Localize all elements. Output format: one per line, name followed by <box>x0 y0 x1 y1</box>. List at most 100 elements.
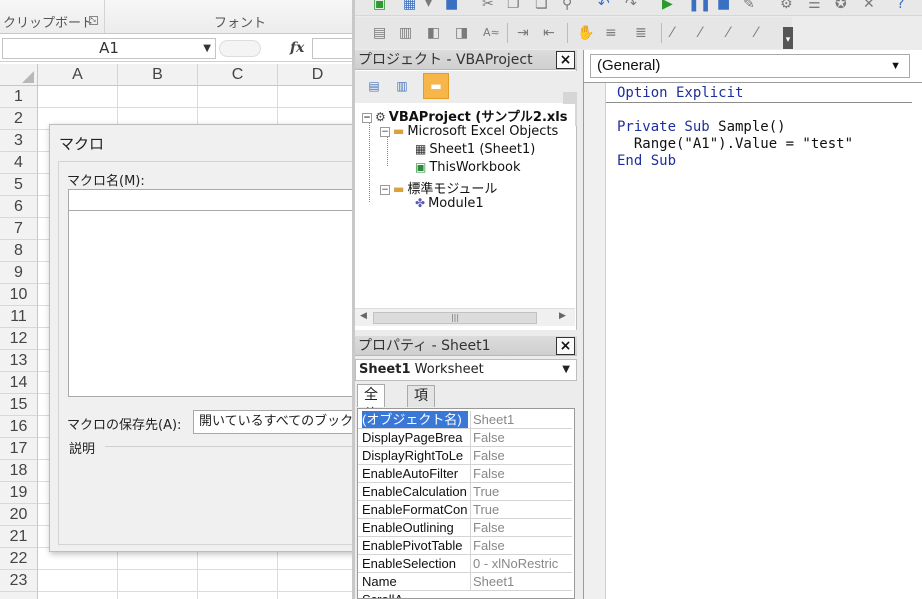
save-icon[interactable]: ■ <box>445 0 458 12</box>
cut-icon[interactable]: ✂ <box>482 0 494 12</box>
list-constants-icon[interactable]: ▥ <box>399 25 412 41</box>
collapse-icon[interactable]: − <box>380 126 390 137</box>
tree-item-module1[interactable]: ✤ Module1 <box>415 196 484 211</box>
toggle-bookmark-icon[interactable]: ⁄ <box>671 25 673 41</box>
row-header-3[interactable]: 3 <box>0 130 37 152</box>
property-row[interactable]: EnablePivotTable False <box>358 537 572 555</box>
redo-icon[interactable]: ↷ <box>625 0 637 12</box>
previous-bookmark-icon[interactable]: ⁄ <box>727 25 729 41</box>
parameter-info-icon[interactable]: ◨ <box>455 25 468 41</box>
row-header-15[interactable]: 15 <box>0 394 37 416</box>
row-header-16[interactable]: 16 <box>0 416 37 438</box>
row-header-2[interactable]: 2 <box>0 108 37 130</box>
indent-icon[interactable]: ⇥ <box>517 25 529 41</box>
reset-icon[interactable]: ■ <box>717 0 730 12</box>
property-row[interactable]: DisplayRightToLe False <box>358 447 572 465</box>
code-line[interactable]: Private Sub Sample() <box>617 119 786 136</box>
code-line[interactable]: End Sub <box>617 153 676 170</box>
formula-input[interactable] <box>312 38 352 59</box>
tree-item-excel-objects[interactable]: − ▬ Microsoft Excel Objects <box>380 124 558 139</box>
complete-word-icon[interactable]: A≈ <box>483 25 500 41</box>
row-header-12[interactable]: 12 <box>0 328 37 350</box>
column-header-a[interactable]: A <box>38 64 118 86</box>
row-header-8[interactable]: 8 <box>0 240 37 262</box>
tab-categorized[interactable]: 項目別 <box>407 385 435 444</box>
chevron-down-icon[interactable]: ▼ <box>203 39 211 58</box>
row-header-6[interactable]: 6 <box>0 196 37 218</box>
formula-bar-handle[interactable] <box>219 40 261 57</box>
property-row[interactable]: Name Sheet1 <box>358 573 572 591</box>
toolbar-options-icon[interactable]: ▾ <box>783 27 793 49</box>
property-row[interactable]: ScrollA <box>358 591 572 598</box>
property-value[interactable]: True <box>470 501 572 518</box>
name-box[interactable]: A1 ▼ <box>2 38 216 59</box>
object-combo[interactable]: (General) ▼ <box>590 54 910 78</box>
find-icon[interactable]: ⚲ <box>562 0 572 12</box>
object-select[interactable]: Sheet1 Worksheet ▼ <box>355 359 577 381</box>
clear-bookmarks-icon[interactable]: ⁄ <box>755 25 757 41</box>
property-value[interactable]: False <box>470 519 572 536</box>
row-header-22[interactable]: 22 <box>0 548 37 570</box>
uncomment-block-icon[interactable]: ≣ <box>635 25 647 41</box>
macro-list[interactable] <box>68 211 352 397</box>
scroll-left-icon[interactable]: ◀ <box>360 311 367 321</box>
pause-icon[interactable]: ❚❚ <box>688 0 711 12</box>
collapse-icon[interactable]: − <box>380 184 390 195</box>
row-header-10[interactable]: 10 <box>0 284 37 306</box>
toggle-breakpoint-icon[interactable]: ✋ <box>577 25 594 41</box>
property-row[interactable]: EnableFormatCon True <box>358 501 572 519</box>
row-header-1[interactable]: 1 <box>0 86 37 108</box>
property-row[interactable]: (オブジェクト名) Sheet1 <box>358 411 572 429</box>
toggle-folders-icon[interactable]: ▬ <box>423 73 449 99</box>
chevron-down-icon[interactable]: ▼ <box>562 360 570 380</box>
row-header-19[interactable]: 19 <box>0 482 37 504</box>
toolbox-icon[interactable]: ✕ <box>863 0 875 12</box>
macro-location-select[interactable]: 開いているすべてのブック <box>193 410 352 434</box>
code-line[interactable]: Option Explicit <box>606 85 912 103</box>
property-row[interactable]: EnableOutlining False <box>358 519 572 537</box>
property-row[interactable]: EnableAutoFilter False <box>358 465 572 483</box>
undo-icon[interactable]: ↶ <box>598 0 610 12</box>
list-properties-icon[interactable]: ▤ <box>373 25 386 41</box>
property-row[interactable]: DisplayPageBrea False <box>358 429 572 447</box>
design-mode-icon[interactable]: ✎ <box>743 0 755 12</box>
row-header-11[interactable]: 11 <box>0 306 37 328</box>
quick-info-icon[interactable]: ◧ <box>427 25 440 41</box>
row-header-7[interactable]: 7 <box>0 218 37 240</box>
property-value[interactable]: Sheet1 <box>470 573 572 590</box>
clipboard-dialog-launcher-icon[interactable]: ↘ <box>89 16 98 25</box>
run-icon[interactable]: ▶ <box>662 0 673 12</box>
properties-close-button[interactable]: × <box>556 337 575 355</box>
row-header-23[interactable]: 23 <box>0 570 37 592</box>
tree-item-sheet1[interactable]: ▦ Sheet1 (Sheet1) <box>415 142 535 157</box>
tab-alphabetic[interactable]: 全体 <box>357 384 385 423</box>
view-object-icon[interactable]: ▥ <box>391 76 413 96</box>
property-value[interactable]: 0 - xlNoRestric <box>470 555 572 572</box>
property-value[interactable]: False <box>470 465 572 482</box>
paste-icon[interactable]: ❏ <box>535 0 548 12</box>
tree-item-standard-modules[interactable]: − ▬ 標準モジュール <box>380 178 497 197</box>
properties-window-icon[interactable]: ☰ <box>808 0 821 12</box>
view-excel-icon[interactable]: ▣ <box>373 0 386 12</box>
insert-module-icon[interactable]: ▦ <box>403 0 416 12</box>
row-header-4[interactable]: 4 <box>0 152 37 174</box>
project-explorer-icon[interactable]: ⚙ <box>780 0 793 12</box>
help-icon[interactable]: ? <box>897 0 904 12</box>
property-value[interactable]: False <box>470 447 572 464</box>
chevron-down-icon[interactable]: ▾ <box>425 0 432 11</box>
row-header-18[interactable]: 18 <box>0 460 37 482</box>
comment-block-icon[interactable]: ≡ <box>605 25 617 41</box>
code-margin-indicator-bar[interactable] <box>584 83 606 599</box>
row-header-5[interactable]: 5 <box>0 174 37 196</box>
row-header-13[interactable]: 13 <box>0 350 37 372</box>
next-bookmark-icon[interactable]: ⁄ <box>699 25 701 41</box>
property-row[interactable]: EnableCalculation True <box>358 483 572 501</box>
collapse-icon[interactable]: − <box>362 112 372 123</box>
row-header-14[interactable]: 14 <box>0 372 37 394</box>
outdent-icon[interactable]: ⇤ <box>543 25 555 41</box>
scroll-right-icon[interactable]: ▶ <box>559 311 566 321</box>
tree-item-project[interactable]: − ⚙ VBAProject (サンプル2.xls <box>362 106 568 125</box>
column-header-d[interactable]: D <box>278 64 352 86</box>
property-value[interactable]: False <box>470 429 572 446</box>
row-header-20[interactable]: 20 <box>0 504 37 526</box>
